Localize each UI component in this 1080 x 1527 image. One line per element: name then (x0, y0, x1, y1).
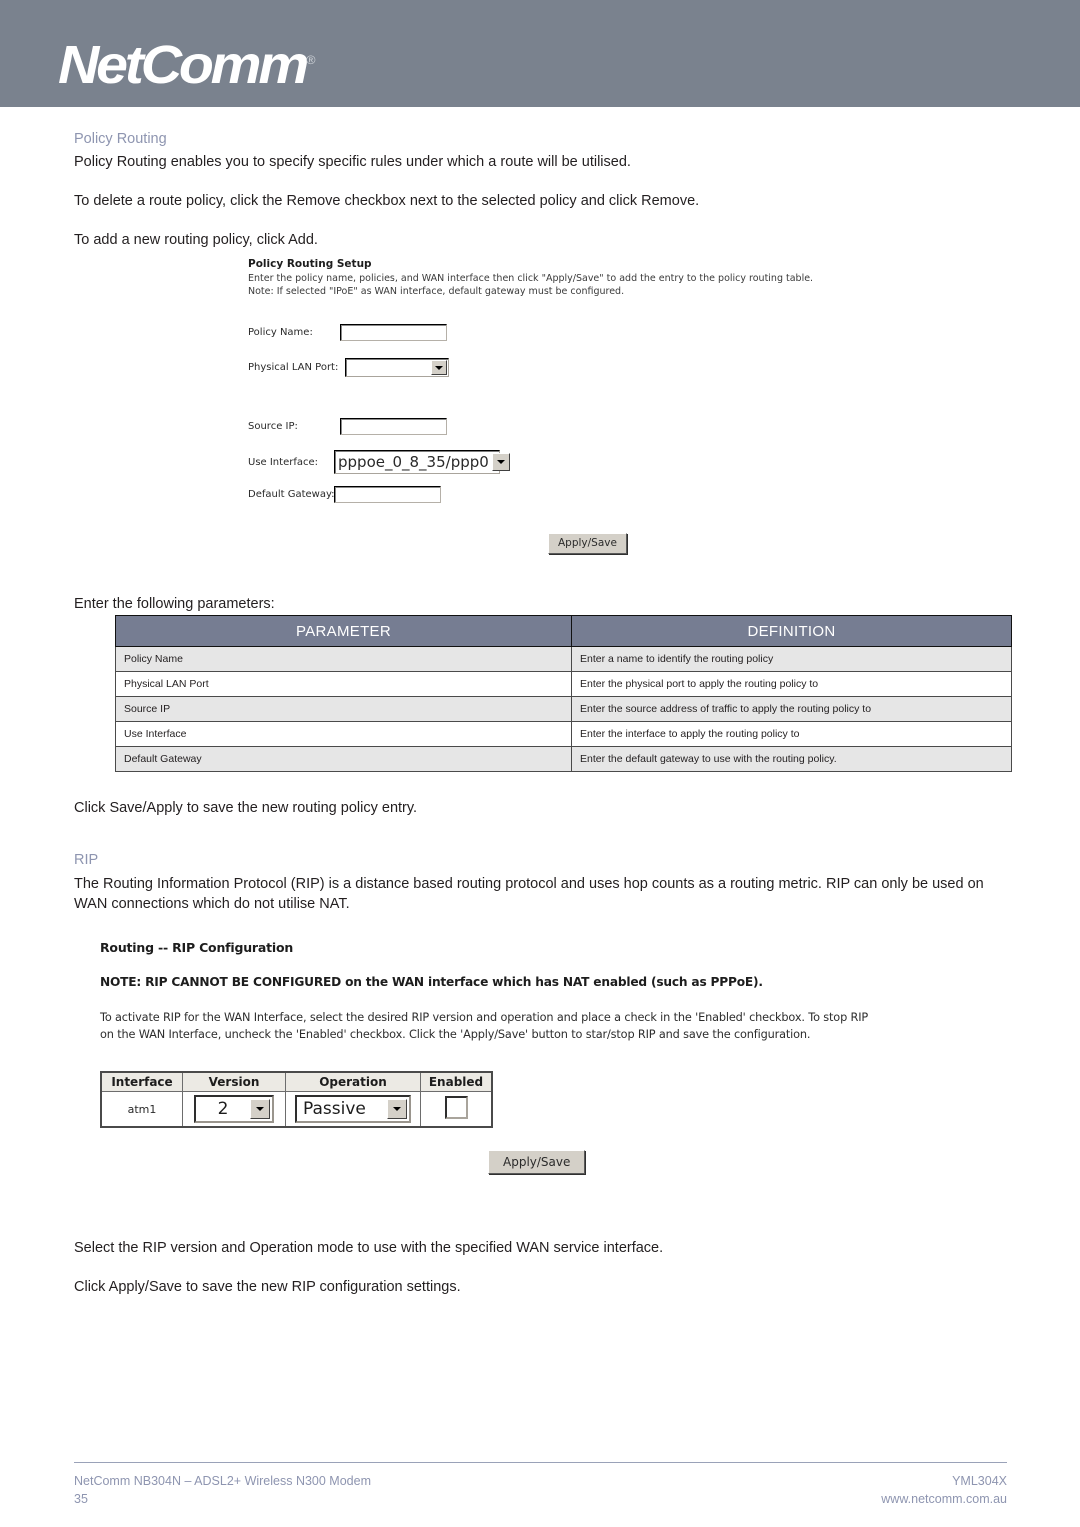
rip-table-row: atm1 2 Passive (100, 1091, 493, 1128)
use-interface-label: Use Interface: (248, 456, 318, 468)
footer-product-name: NetComm NB304N – ADSL2+ Wireless N300 Mo… (74, 1474, 371, 1488)
default-gateway-input[interactable] (334, 486, 441, 503)
physical-lan-port-label: Physical LAN Port: (248, 362, 339, 373)
rip-enabled-checkbox[interactable] (444, 1096, 468, 1119)
netcomm-logo: NetComm® (58, 33, 315, 92)
rip-operation-value: Passive (303, 1099, 366, 1119)
rip-apply-save-button[interactable]: Apply/Save (488, 1150, 586, 1174)
rip-click-apply-paragraph: Click Apply/Save to save the new RIP con… (74, 1279, 461, 1295)
policy-name-field-row: Policy Name: (248, 324, 447, 341)
table-row: Default Gateway Enter the default gatewa… (115, 746, 1012, 772)
policy-routing-intro-paragraph: Policy Routing enables you to specify sp… (74, 154, 631, 170)
column-header-parameter: PARAMETER (115, 615, 572, 647)
rip-operation-cell: Passive (285, 1091, 421, 1128)
use-interface-field-row: Use Interface: pppoe_0_8_35/ppp0 (248, 450, 510, 474)
rip-version-select[interactable]: 2 (194, 1095, 274, 1123)
rip-column-header-operation: Operation (285, 1071, 421, 1092)
policy-apply-save-wrap: Apply/Save (548, 531, 627, 554)
rip-nat-warning-note: NOTE: RIP CANNOT BE CONFIGURED on the WA… (100, 975, 763, 989)
footer-page-number: 35 (74, 1492, 88, 1506)
table-row: Source IP Enter the source address of tr… (115, 696, 1012, 722)
rip-select-version-paragraph: Select the RIP version and Operation mod… (74, 1240, 664, 1256)
logo-wordmark: NetComm (58, 35, 309, 95)
rip-configuration-screenshot: Routing -- RIP Configuration NOTE: RIP C… (100, 940, 1015, 1174)
physical-lan-port-field-row: Physical LAN Port: (248, 358, 449, 377)
table-row: Use Interface Enter the interface to app… (115, 721, 1012, 747)
default-gateway-field-row: Default Gateway: (248, 486, 441, 503)
policy-routing-setup-screenshot: Policy Routing Setup Enter the policy na… (248, 258, 848, 554)
policy-apply-save-button[interactable]: Apply/Save (548, 532, 627, 554)
table-row: Physical LAN Port Enter the physical por… (115, 671, 1012, 697)
policy-setup-title: Policy Routing Setup (248, 258, 372, 270)
save-apply-paragraph: Click Save/Apply to save the new routing… (74, 800, 418, 816)
footer-website: www.netcomm.com.au (881, 1492, 1007, 1506)
definition-cell: Enter a name to identify the routing pol… (571, 646, 1012, 672)
parameter-cell: Default Gateway (115, 746, 572, 772)
footer-doc-code: YML304X (952, 1474, 1007, 1488)
table-header-row: PARAMETER DEFINITION (115, 615, 1012, 647)
rip-table-header-row: Interface Version Operation Enabled (100, 1071, 493, 1092)
definition-cell: Enter the default gateway to use with th… (571, 746, 1012, 772)
section-heading-rip: RIP (74, 852, 99, 868)
policy-setup-note-line-2: Note: If selected "IPoE" as WAN interfac… (248, 286, 625, 297)
footer-right-block: YML304X www.netcomm.com.au (881, 1472, 1007, 1508)
physical-lan-port-select[interactable] (345, 358, 449, 377)
policy-setup-note-line-1: Enter the policy name, policies, and WAN… (248, 273, 814, 284)
definition-cell: Enter the source address of traffic to a… (571, 696, 1012, 722)
parameter-cell: Use Interface (115, 721, 572, 747)
footer-left-block: NetComm NB304N – ADSL2+ Wireless N300 Mo… (74, 1472, 371, 1508)
policy-routing-delete-paragraph: To delete a route policy, click the Remo… (74, 193, 700, 209)
policy-routing-add-paragraph: To add a new routing policy, click Add. (74, 232, 318, 248)
rip-column-header-version: Version (182, 1071, 286, 1092)
rip-enabled-cell (420, 1091, 493, 1128)
definition-cell: Enter the physical port to apply the rou… (571, 671, 1012, 697)
policy-name-input[interactable] (340, 324, 447, 341)
rip-instructions-line-1: To activate RIP for the WAN Interface, s… (100, 1011, 869, 1024)
page-header-band: NetComm® (0, 0, 1080, 107)
rip-version-value: 2 (217, 1099, 229, 1119)
rip-column-header-enabled: Enabled (420, 1071, 493, 1092)
source-ip-field-row: Source IP: (248, 418, 447, 435)
rip-interface-value: atm1 (100, 1091, 183, 1128)
rip-instructions-line-2: on the WAN Interface, uncheck the 'Enabl… (100, 1028, 811, 1041)
default-gateway-label: Default Gateway: (248, 489, 335, 500)
column-header-definition: DEFINITION (571, 615, 1012, 647)
parameter-cell: Physical LAN Port (115, 671, 572, 697)
enter-parameters-paragraph: Enter the following parameters: (74, 596, 275, 612)
use-interface-select[interactable]: pppoe_0_8_35/ppp0 (334, 450, 510, 474)
rip-version-cell: 2 (182, 1091, 286, 1128)
use-interface-value: pppoe_0_8_35/ppp0 (338, 453, 489, 471)
definition-cell: Enter the interface to apply the routing… (571, 721, 1012, 747)
rip-column-header-interface: Interface (100, 1071, 183, 1092)
source-ip-label: Source IP: (248, 421, 298, 432)
chevron-down-icon[interactable] (250, 1099, 270, 1119)
chevron-down-icon[interactable] (387, 1099, 407, 1119)
parameter-cell: Policy Name (115, 646, 572, 672)
parameter-cell: Source IP (115, 696, 572, 722)
chevron-down-icon[interactable] (491, 453, 510, 471)
registered-trademark-icon: ® (306, 53, 316, 67)
table-row: Policy Name Enter a name to identify the… (115, 646, 1012, 672)
rip-apply-save-wrap: Apply/Save (100, 1150, 1015, 1174)
policy-name-label: Policy Name: (248, 327, 313, 338)
chevron-down-icon[interactable] (431, 360, 447, 375)
footer-divider (74, 1462, 1007, 1463)
rip-config-title: Routing -- RIP Configuration (100, 940, 294, 955)
parameter-definition-table: PARAMETER DEFINITION Policy Name Enter a… (115, 615, 1012, 772)
rip-interface-table: Interface Version Operation Enabled atm1… (100, 1071, 493, 1128)
rip-operation-select[interactable]: Passive (295, 1095, 411, 1123)
section-heading-policy-routing: Policy Routing (74, 131, 167, 147)
source-ip-input[interactable] (340, 418, 447, 435)
rip-intro-paragraph: The Routing Information Protocol (RIP) i… (74, 876, 984, 912)
